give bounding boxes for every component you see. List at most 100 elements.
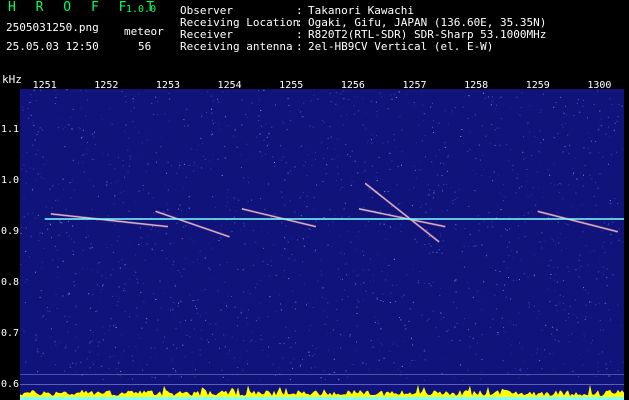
- noise-dot: [47, 310, 49, 312]
- noise-dot: [215, 338, 217, 340]
- noise-dot: [587, 225, 589, 227]
- x-tick-label: 1252: [94, 80, 119, 91]
- noise-dot: [164, 336, 165, 338]
- noise-dot: [186, 334, 188, 336]
- noise-dot: [292, 367, 294, 369]
- noise-dot: [406, 377, 408, 379]
- noise-dot: [196, 308, 198, 310]
- noise-dot: [21, 328, 23, 329]
- noise-dot: [452, 200, 454, 202]
- noise-dot: [25, 360, 27, 362]
- noise-dot: [475, 323, 477, 325]
- noise-dot: [264, 209, 266, 211]
- noise-dot: [263, 247, 264, 249]
- noise-dot: [28, 117, 30, 119]
- noise-dot: [403, 294, 405, 296]
- noise-dot: [425, 211, 427, 213]
- noise-dot: [221, 369, 223, 371]
- noise-dot: [308, 192, 310, 194]
- noise-dot: [322, 216, 324, 218]
- noise-dot: [587, 148, 589, 149]
- noise-dot: [85, 115, 87, 117]
- noise-dot: [92, 331, 94, 333]
- noise-dot: [299, 195, 301, 197]
- noise-dot: [551, 333, 552, 335]
- noise-dot: [558, 340, 560, 342]
- noise-dot: [285, 162, 287, 164]
- noise-dot: [447, 154, 449, 156]
- noise-dot: [303, 283, 305, 285]
- noise-dot: [281, 254, 283, 256]
- noise-dot: [209, 269, 211, 271]
- noise-dot: [287, 241, 289, 243]
- noise-dot: [312, 209, 314, 211]
- noise-dot: [327, 316, 329, 318]
- noise-dot: [370, 339, 372, 341]
- noise-dot: [526, 368, 528, 370]
- noise-dot: [618, 228, 620, 230]
- noise-dot: [376, 172, 378, 173]
- noise-dot: [269, 296, 271, 298]
- noise-dot: [437, 243, 439, 245]
- noise-dot: [172, 297, 174, 299]
- noise-dot: [348, 216, 350, 218]
- noise-dot: [105, 277, 107, 279]
- noise-dot: [121, 259, 123, 261]
- noise-dot: [495, 217, 497, 219]
- noise-dot: [290, 346, 292, 348]
- noise-dot: [450, 113, 452, 115]
- noise-dot: [550, 259, 552, 261]
- noise-dot: [579, 111, 581, 113]
- noise-dot: [384, 220, 386, 222]
- noise-dot: [125, 290, 127, 292]
- noise-dot: [433, 131, 434, 133]
- noise-dot: [166, 172, 167, 174]
- noise-dot: [508, 277, 509, 278]
- noise-dot: [332, 221, 334, 223]
- noise-dot: [157, 100, 159, 102]
- noise-dot: [614, 198, 616, 200]
- noise-dot: [609, 98, 611, 100]
- noise-dot: [140, 291, 142, 293]
- noise-dot: [598, 271, 599, 273]
- noise-dot: [212, 153, 214, 155]
- noise-dot: [417, 280, 419, 282]
- noise-dot: [23, 330, 25, 332]
- noise-dot: [464, 228, 466, 230]
- noise-dot: [432, 126, 433, 128]
- noise-dot: [602, 245, 604, 247]
- noise-dot: [165, 233, 167, 235]
- noise-dot: [584, 336, 585, 338]
- noise-dot: [312, 307, 314, 308]
- noise-dot: [308, 351, 310, 353]
- noise-dot: [369, 258, 371, 260]
- noise-dot: [454, 191, 456, 193]
- noise-dot: [621, 105, 623, 107]
- noise-dot: [35, 334, 37, 336]
- noise-dot: [516, 177, 518, 179]
- noise-dot: [534, 305, 535, 307]
- noise-dot: [481, 359, 483, 361]
- noise-dot: [33, 125, 35, 126]
- noise-dot: [519, 375, 521, 377]
- noise-dot: [243, 225, 245, 227]
- noise-dot: [255, 241, 257, 243]
- noise-dot: [91, 158, 93, 160]
- noise-dot: [563, 116, 565, 118]
- noise-dot: [504, 284, 506, 286]
- noise-dot: [267, 231, 269, 233]
- noise-dot: [121, 334, 123, 336]
- noise-dot: [444, 293, 446, 295]
- noise-dot: [475, 245, 477, 247]
- noise-dot: [602, 156, 604, 158]
- noise-dot: [182, 167, 184, 169]
- noise-dot: [24, 216, 26, 218]
- noise-dot: [362, 269, 364, 271]
- noise-dot: [36, 336, 38, 338]
- noise-dot: [275, 274, 277, 276]
- noise-dot: [260, 198, 261, 200]
- noise-dot: [548, 217, 549, 219]
- noise-dot: [195, 369, 196, 371]
- noise-dot: [367, 179, 369, 181]
- noise-dot: [602, 330, 604, 332]
